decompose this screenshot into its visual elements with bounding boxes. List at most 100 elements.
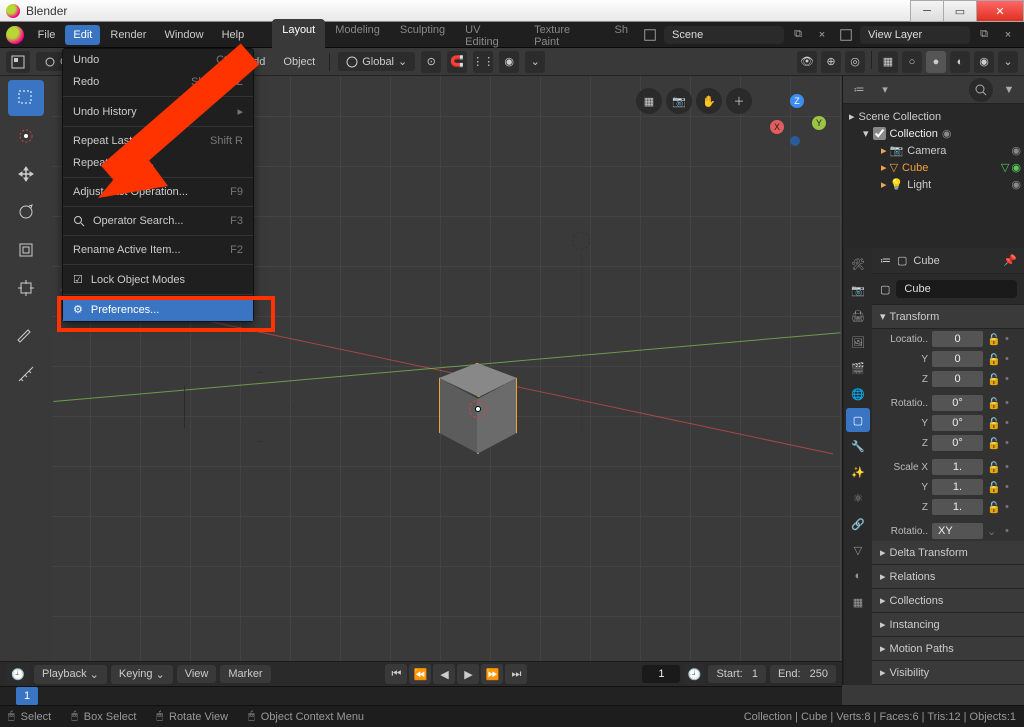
- shade-rendered-icon[interactable]: ◉: [974, 51, 994, 73]
- outliner-scene-collection[interactable]: ▸ Scene Collection: [847, 108, 1021, 125]
- play-icon[interactable]: ▶: [457, 664, 479, 684]
- prev-key-icon[interactable]: ⏪: [409, 664, 431, 684]
- snap-type-icon[interactable]: ⋮⋮: [473, 51, 493, 73]
- maximize-button[interactable]: ▭: [943, 0, 977, 22]
- viewlayer-new-icon[interactable]: ⧉: [974, 25, 994, 45]
- collection-checkbox[interactable]: [873, 127, 886, 140]
- lock-icon[interactable]: 🔓: [987, 397, 1001, 410]
- panel-instancing-header[interactable]: ▸ Instancing: [872, 613, 1024, 637]
- overlay-toggle-icon[interactable]: ◎: [845, 51, 865, 73]
- pivot-icon[interactable]: ⊙: [421, 51, 441, 73]
- outliner-item-cube[interactable]: ▸ ▽ Cube ▽◉: [847, 159, 1021, 176]
- app-logo-icon[interactable]: [6, 26, 24, 44]
- rot-mode-dropdown[interactable]: XY: [932, 523, 983, 539]
- tab-sculpting[interactable]: Sculpting: [390, 19, 455, 53]
- lock-icon[interactable]: 🔓: [987, 461, 1001, 474]
- ptab-tool[interactable]: 🛠: [846, 252, 870, 276]
- snap-toggle-icon[interactable]: 🧲: [447, 51, 467, 73]
- menu-adjust-last-op[interactable]: Adjust Last Operation...F9: [63, 181, 253, 203]
- lock-icon[interactable]: 🔓: [987, 437, 1001, 450]
- visibility-icon[interactable]: 👁: [797, 51, 817, 73]
- xray-icon[interactable]: ▦: [878, 51, 898, 73]
- gizmo-y[interactable]: Y: [812, 116, 826, 130]
- tool-cursor[interactable]: [8, 118, 44, 154]
- ptab-texture[interactable]: ▦: [846, 590, 870, 614]
- object-name-field[interactable]: Cube: [896, 280, 1017, 298]
- menu-window[interactable]: Window: [156, 25, 211, 45]
- frame-start[interactable]: Start: 1: [708, 665, 765, 683]
- eye-icon[interactable]: ◉: [1011, 161, 1021, 174]
- shade-matprev-icon[interactable]: ◐: [950, 51, 970, 73]
- autokey-icon[interactable]: 🕘: [684, 663, 704, 685]
- outliner-collection[interactable]: ▾ Collection ◉: [847, 125, 1021, 142]
- camera-view-icon[interactable]: ▦: [636, 88, 662, 114]
- loc-x-field[interactable]: 0: [932, 331, 983, 347]
- tool-measure[interactable]: [8, 356, 44, 392]
- rot-y-field[interactable]: 0°: [932, 415, 983, 431]
- scene-name-field[interactable]: Scene: [664, 26, 784, 44]
- panel-relations-header[interactable]: ▸ Relations: [872, 565, 1024, 589]
- jump-end-icon[interactable]: ⏭: [505, 664, 527, 684]
- tool-scale[interactable]: [8, 232, 44, 268]
- menu-undo-history[interactable]: Undo History▸: [63, 100, 253, 123]
- light-object[interactable]: [572, 232, 590, 250]
- playhead[interactable]: 1: [16, 687, 38, 705]
- proportional-type-icon[interactable]: ⌄: [525, 51, 545, 73]
- menu-rename-active[interactable]: Rename Active Item...F2: [63, 239, 253, 261]
- timeline-view[interactable]: View: [177, 665, 217, 683]
- playback-menu[interactable]: Playback ⌄: [34, 665, 107, 684]
- scl-y-field[interactable]: 1.: [932, 479, 983, 495]
- rot-x-field[interactable]: 0°: [932, 395, 983, 411]
- tab-modeling[interactable]: Modeling: [325, 19, 390, 53]
- eye-icon[interactable]: ◉: [942, 127, 952, 140]
- jump-start-icon[interactable]: ⏮: [385, 664, 407, 684]
- viewlayer-close-icon[interactable]: ×: [998, 25, 1018, 45]
- mesh-data-icon[interactable]: ▽: [1001, 161, 1009, 174]
- ptab-physics[interactable]: ⚛: [846, 486, 870, 510]
- menu-edit[interactable]: Edit: [65, 25, 100, 45]
- gizmo-toggle-icon[interactable]: ⊕: [821, 51, 841, 73]
- scene-browse-icon[interactable]: [640, 25, 660, 45]
- lock-icon[interactable]: 🔓: [987, 353, 1001, 366]
- proportional-icon[interactable]: ◉: [499, 51, 519, 73]
- lock-icon[interactable]: 🔓: [987, 333, 1001, 346]
- tool-select-box[interactable]: [8, 80, 44, 116]
- ptab-render[interactable]: 📷: [846, 278, 870, 302]
- menu-operator-search[interactable]: Operator Search...F3: [63, 210, 253, 232]
- tool-transform[interactable]: [8, 270, 44, 306]
- editor-type-icon[interactable]: [6, 51, 30, 73]
- rot-z-field[interactable]: 0°: [932, 435, 983, 451]
- loc-y-field[interactable]: 0: [932, 351, 983, 367]
- ptab-material[interactable]: ◐: [846, 564, 870, 588]
- tool-annotate[interactable]: [8, 318, 44, 354]
- outliner-type-icon[interactable]: ≔: [849, 80, 869, 100]
- eye-icon[interactable]: ◉: [1011, 144, 1021, 157]
- outliner-item-light[interactable]: ▸ 💡 Light ◉: [847, 176, 1021, 193]
- timeline-type-icon[interactable]: 🕘: [6, 663, 30, 685]
- menu-repeat-last[interactable]: Repeat LastShift R: [63, 130, 253, 152]
- search-icon[interactable]: [969, 78, 993, 102]
- panel-visibility-header[interactable]: ▸ Visibility: [872, 661, 1024, 685]
- ptab-constraints[interactable]: 🔗: [846, 512, 870, 536]
- lock-icon[interactable]: 🔓: [987, 481, 1001, 494]
- ptab-object[interactable]: ▢: [846, 408, 870, 432]
- viewlayer-name-field[interactable]: View Layer: [860, 26, 970, 44]
- timeline-marker[interactable]: Marker: [220, 665, 270, 683]
- ptab-world[interactable]: 🌐: [846, 382, 870, 406]
- tool-move[interactable]: [8, 156, 44, 192]
- shade-solid-icon[interactable]: ●: [926, 51, 946, 73]
- orientation-gizmo[interactable]: Z Y X: [768, 94, 824, 150]
- gizmo-x[interactable]: X: [770, 120, 784, 134]
- ptab-viewlayer[interactable]: 🖼: [846, 330, 870, 354]
- menu-redo[interactable]: RedoShift Ctrl Z: [63, 71, 253, 93]
- tab-shading[interactable]: Sh: [605, 19, 638, 53]
- panel-collections-header[interactable]: ▸ Collections: [872, 589, 1024, 613]
- eye-icon[interactable]: ◉: [1011, 178, 1021, 191]
- panel-motionpaths-header[interactable]: ▸ Motion Paths: [872, 637, 1024, 661]
- ptab-output[interactable]: 🖨: [846, 304, 870, 328]
- menu-help[interactable]: Help: [214, 25, 253, 45]
- ptab-data[interactable]: ▽: [846, 538, 870, 562]
- pan-icon[interactable]: ✋: [696, 88, 722, 114]
- menu-lock-object-modes[interactable]: ☑Lock Object Modes: [63, 268, 253, 291]
- outliner-display-icon[interactable]: ▾: [875, 80, 895, 100]
